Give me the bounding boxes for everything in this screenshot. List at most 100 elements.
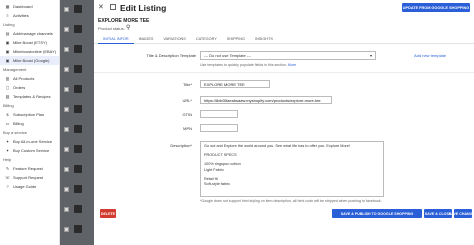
activities-icon: ≡ — [6, 13, 9, 18]
list-item — [64, 104, 92, 114]
cart-icon: ✦ — [5, 139, 10, 144]
add-template-link[interactable]: Add new template — [414, 53, 446, 58]
sidebar-item-usage-guide[interactable]: ? Usage Guide — [0, 182, 59, 191]
save-changes-button[interactable]: SAVE CHANGES — [449, 209, 474, 218]
delete-button[interactable]: DELETE — [100, 209, 116, 218]
gtin-label: GTIN — [182, 112, 192, 117]
update-from-google-button[interactable]: UPDATE FROM GOOGLE SHOPPING — [402, 3, 470, 12]
sidebar-item-all-in-one[interactable]: ✦ Buy All-in-one Service — [0, 137, 59, 146]
sidebar-item-etsy[interactable]: ▣ Mike Boost (ETSY) — [0, 38, 59, 47]
mpn-label: MPN — [183, 126, 192, 131]
sidebar-item-all-products[interactable]: ▥ All Products — [0, 74, 59, 83]
row-checkbox[interactable] — [64, 66, 69, 72]
sidebar-section-listing: Listing — [3, 22, 15, 27]
row-checkbox[interactable] — [64, 106, 69, 112]
sidebar-item-label: Mike Boost (Google) — [13, 58, 50, 63]
list-item — [64, 184, 92, 194]
mpn-field[interactable] — [200, 124, 238, 132]
tab-insights[interactable]: INSIGHTS — [250, 35, 278, 44]
product-name: EXPLORE MORE TEE — [98, 18, 150, 24]
row-checkbox[interactable] — [64, 26, 69, 32]
list-item — [64, 204, 92, 214]
save-publish-button[interactable]: SAVE & PUBLISH TO GOOGLE SHOPPING — [332, 209, 422, 218]
sidebar-item-label: Buy Custom Service — [13, 148, 50, 153]
store-icon: ▣ — [5, 40, 10, 45]
sidebar-item-activities[interactable]: ≡ Activities — [0, 11, 59, 20]
list-item — [64, 84, 92, 94]
list-item — [64, 4, 92, 14]
sidebar-item-custom-service[interactable]: ✦ Buy Custom Service — [0, 146, 59, 155]
product-thumbnail — [74, 65, 82, 73]
sidebar-item-orders[interactable]: ▢ Orders — [0, 83, 59, 92]
sidebar-item-label: Buy All-in-one Service — [13, 139, 53, 144]
tab-images[interactable]: IMAGES — [134, 35, 159, 44]
row-checkbox[interactable] — [64, 146, 69, 152]
sidebar-item-label: Add/manage channels — [13, 31, 53, 36]
sidebar-item-templates[interactable]: ▧ Templates & Recipes — [0, 92, 59, 101]
url-field[interactable]: https://8db35aeahsaaw.myshopify.com/prod… — [200, 96, 332, 104]
row-checkbox[interactable] — [64, 46, 69, 52]
sidebar-item-google[interactable]: ▣ Mike Boost (Google) — [0, 56, 59, 65]
tab-shipping[interactable]: SHIPPING — [222, 35, 250, 44]
sidebar-item-label: Orders — [13, 85, 26, 90]
url-label: URL* — [182, 98, 192, 103]
gtin-field[interactable] — [200, 110, 238, 118]
sidebar-item-label: Billing — [13, 121, 24, 126]
template-label: Title & Description Template — [146, 53, 196, 58]
sidebar-item-feature-request[interactable]: ✎ Feature Request — [0, 164, 59, 173]
product-thumbnail — [74, 45, 82, 53]
sidebar-item-label: Templates & Recipes — [13, 94, 51, 99]
description-line: Soft-style fabric — [204, 182, 231, 187]
list-item — [64, 64, 92, 74]
dashboard-icon: ▦ — [5, 4, 10, 9]
modal-backdrop[interactable] — [60, 0, 94, 245]
description-field[interactable]: Go out and Explore the world around you.… — [200, 141, 384, 197]
sidebar-item-billing[interactable]: ▭ Billing — [0, 119, 59, 128]
product-thumbnail — [74, 145, 82, 153]
row-checkbox[interactable] — [64, 86, 69, 92]
sidebar-item-label: Activities — [13, 13, 29, 18]
tab-variations[interactable]: VARIATIONS — [158, 35, 190, 44]
product-thumbnail — [74, 225, 82, 233]
sidebar-section-help: Help — [3, 157, 12, 162]
product-status-label: Product status: — [98, 26, 125, 31]
row-checkbox[interactable] — [64, 186, 69, 192]
sidebar-item-channels[interactable]: ▤ Add/manage channels — [0, 29, 59, 38]
products-icon: ▥ — [5, 76, 10, 81]
template-select-value: --- Do not use Template --- — [204, 53, 251, 58]
tab-category[interactable]: CATEGORY — [191, 35, 222, 44]
sidebar-item-subscription[interactable]: $ Subscription Plan — [0, 110, 59, 119]
sidebar-item-label: All Products — [13, 76, 35, 81]
product-thumbnail — [74, 105, 82, 113]
description-note: *Google does not support html styling on… — [200, 199, 382, 203]
sidebar-item-ebay[interactable]: ▣ Mikeboostonline (EBAY) — [0, 47, 59, 56]
row-checkbox[interactable] — [64, 126, 69, 132]
sidebar-section-billing: Billing — [3, 103, 14, 108]
list-item — [64, 124, 92, 134]
list-item — [64, 224, 92, 234]
row-checkbox[interactable] — [64, 6, 69, 12]
description-label: Description* — [170, 143, 192, 148]
store-icon: ▣ — [5, 58, 10, 63]
product-thumbnail — [74, 125, 82, 133]
sidebar: ▦ Dashboard ≡ Activities Listing ▤ Add/m… — [0, 0, 60, 245]
template-select[interactable]: --- Do not use Template --- ▾ — [200, 51, 376, 60]
row-checkbox[interactable] — [64, 206, 69, 212]
tab-initial-infor[interactable]: INITIAL INFOR — [98, 35, 134, 44]
sidebar-item-support-request[interactable]: ☏ Support Request — [0, 173, 59, 182]
guide-icon: ? — [6, 184, 9, 189]
sidebar-item-dashboard[interactable]: ▦ Dashboard — [0, 2, 59, 11]
page-title: Edit Listing — [120, 3, 167, 13]
title-field[interactable]: EXPLORE MORE TEE — [200, 80, 270, 88]
close-icon[interactable]: ✕ — [98, 3, 104, 11]
store-icon: ▣ — [5, 49, 10, 54]
row-checkbox[interactable] — [64, 166, 69, 172]
list-item — [64, 44, 92, 54]
link-icon[interactable]: ⚲ — [126, 24, 130, 31]
list-item — [64, 164, 92, 174]
product-thumbnail — [74, 165, 82, 173]
templates-icon: ▧ — [5, 94, 10, 99]
template-more-link[interactable]: More — [288, 63, 296, 67]
sidebar-section-service: Buy a service — [3, 130, 28, 135]
row-checkbox[interactable] — [64, 226, 69, 232]
